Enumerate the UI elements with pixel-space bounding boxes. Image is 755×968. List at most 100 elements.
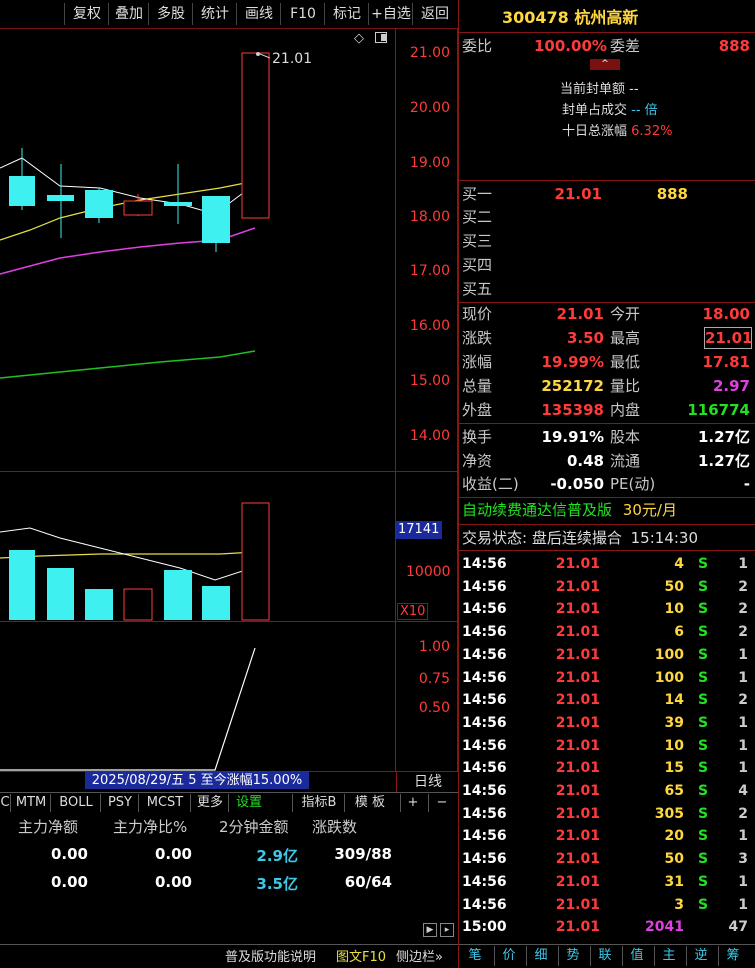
toolbar-f10-button[interactable]: F10: [280, 3, 325, 25]
toolbar-statistics-button[interactable]: 统计: [192, 3, 237, 25]
tab-trades[interactable]: 笔: [462, 946, 488, 966]
tick-side: S: [698, 578, 709, 595]
bid-label: 买一: [462, 185, 493, 203]
tick-count: 2: [738, 601, 748, 618]
tick-count: 2: [738, 692, 748, 709]
tick-volume: 20: [664, 828, 684, 845]
indicator-axis-label: 1.00: [418, 639, 450, 655]
candle: [202, 196, 230, 243]
indicator-tab-mtm[interactable]: MTM: [10, 794, 51, 812]
f10-graphic-link[interactable]: 图文F10: [336, 946, 386, 965]
indicator-tab-boll[interactable]: BOLL: [50, 794, 101, 812]
volume-bar: [85, 589, 113, 620]
tick-side: S: [698, 873, 709, 890]
fund-label: 流通: [610, 452, 641, 470]
price-axis-label: 15.00: [409, 373, 450, 389]
flow-header: 主力净额: [18, 818, 79, 836]
tick-time: 14:56: [462, 601, 507, 618]
volume-bar: [9, 550, 35, 620]
tick-volume: 15: [664, 760, 684, 777]
tab-reverse[interactable]: 逆: [686, 946, 715, 966]
candle: [241, 52, 270, 219]
chart-toolbar: 复权 叠加 多股 统计 画线 F10 标记 +自选 返回: [0, 0, 458, 29]
tab-related[interactable]: 联: [590, 946, 619, 966]
candle: [9, 176, 35, 206]
tick-row: 14:56 21.01 4 S 1: [462, 553, 754, 576]
indicator-tab-psy[interactable]: PSY: [100, 794, 139, 812]
tick-row: 14:56 21.01 39 S 1: [462, 712, 754, 735]
tick-price: 21.01: [555, 805, 600, 822]
tick-count: 4: [738, 783, 748, 799]
indicator-more-button[interactable]: 更多: [190, 794, 229, 812]
tab-chips[interactable]: 筹: [718, 946, 747, 966]
tick-volume: 6: [674, 624, 684, 641]
quote-value: 116774: [687, 401, 750, 419]
toolbar-overlay-button[interactable]: 叠加: [108, 3, 149, 25]
flow-header: 主力净比%: [113, 818, 188, 836]
quote-label: 外盘: [462, 401, 493, 419]
zoom-out-button[interactable]: −: [428, 794, 455, 812]
promo-banner[interactable]: 自动续费通达信普及版 30元/月: [462, 499, 677, 521]
flow-header: 涨跌数: [312, 818, 358, 836]
indicator-chart: [0, 647, 256, 771]
tick-volume: 100: [654, 669, 684, 686]
tab-value[interactable]: 值: [622, 946, 651, 966]
tick-side: S: [698, 692, 709, 709]
indicator-tab[interactable]: C: [0, 794, 10, 812]
tab-main[interactable]: 主: [654, 946, 683, 966]
toolbar-mark-button[interactable]: 标记: [324, 3, 369, 25]
quote-value: 19.99%: [541, 353, 604, 371]
date-range-info: 2025/08/29/五 5 至今涨幅15.00%: [85, 772, 309, 789]
tick-row: 14:56 21.01 10 S 1: [462, 735, 754, 758]
order-ratio-label: 委比: [462, 37, 493, 55]
template-button[interactable]: 模 板: [344, 794, 395, 812]
tick-count: 47: [728, 919, 748, 936]
kline-chart: [0, 52, 271, 379]
help-link[interactable]: 普及版功能说明: [225, 946, 316, 965]
bid-label: 买三: [462, 232, 493, 250]
indicator-axis-label: 0.75: [418, 671, 450, 687]
sidebar-toggle-link[interactable]: 侧边栏»: [396, 946, 443, 965]
period-selector[interactable]: 日线: [396, 772, 459, 792]
toolbar-restore-rights-button[interactable]: 复权: [64, 3, 109, 25]
tick-volume: 50: [664, 578, 684, 595]
toolbar-back-button[interactable]: 返回: [412, 3, 457, 25]
tick-volume: 10: [664, 601, 684, 618]
tick-time: 14:56: [462, 896, 507, 913]
collapse-icon[interactable]: ^: [590, 59, 620, 70]
price-axis-label: 14.00: [409, 428, 450, 444]
tab-trend[interactable]: 势: [558, 946, 587, 966]
play-icon[interactable]: ▶: [423, 923, 437, 937]
zoom-in-button[interactable]: +: [400, 794, 425, 812]
toolbar-multi-stock-button[interactable]: 多股: [148, 3, 193, 25]
flow-cell: 309/88: [334, 845, 392, 863]
tab-price[interactable]: 价: [494, 946, 523, 966]
tick-price: 21.01: [555, 669, 600, 686]
tick-side: S: [698, 828, 709, 845]
tick-volume: 3: [674, 896, 684, 913]
tick-price: 21.01: [555, 873, 600, 890]
seal-amount-label: 当前封单额: [560, 82, 626, 97]
tick-volume: 31: [664, 873, 684, 890]
tick-time: 14:56: [462, 737, 507, 754]
tick-side: S: [698, 737, 709, 754]
bid-volume: 888: [656, 185, 688, 203]
indicator-tab-mcst[interactable]: MCST: [138, 794, 191, 812]
tick-count: 3: [738, 851, 748, 868]
tick-time: 14:56: [462, 692, 507, 709]
tab-detail[interactable]: 细: [526, 946, 555, 966]
indicator-b-button[interactable]: 指标B: [292, 794, 345, 812]
scroll-right-icon[interactable]: ▸: [440, 923, 454, 937]
toolbar-add-watchlist-button[interactable]: +自选: [368, 3, 413, 25]
promo-text: 自动续费通达信普及版: [462, 501, 613, 519]
candle: [47, 195, 74, 201]
indicator-settings-button[interactable]: 设置: [228, 794, 269, 812]
tick-price: 21.01: [555, 646, 600, 663]
stock-code: 300478: [502, 8, 569, 27]
tick-price: 21.01: [555, 851, 600, 868]
candle: [123, 200, 153, 216]
toolbar-draw-line-button[interactable]: 画线: [236, 3, 281, 25]
bid-label: 买四: [462, 256, 493, 274]
order-diff-value: 888: [718, 37, 750, 55]
tick-count: 1: [738, 828, 748, 845]
